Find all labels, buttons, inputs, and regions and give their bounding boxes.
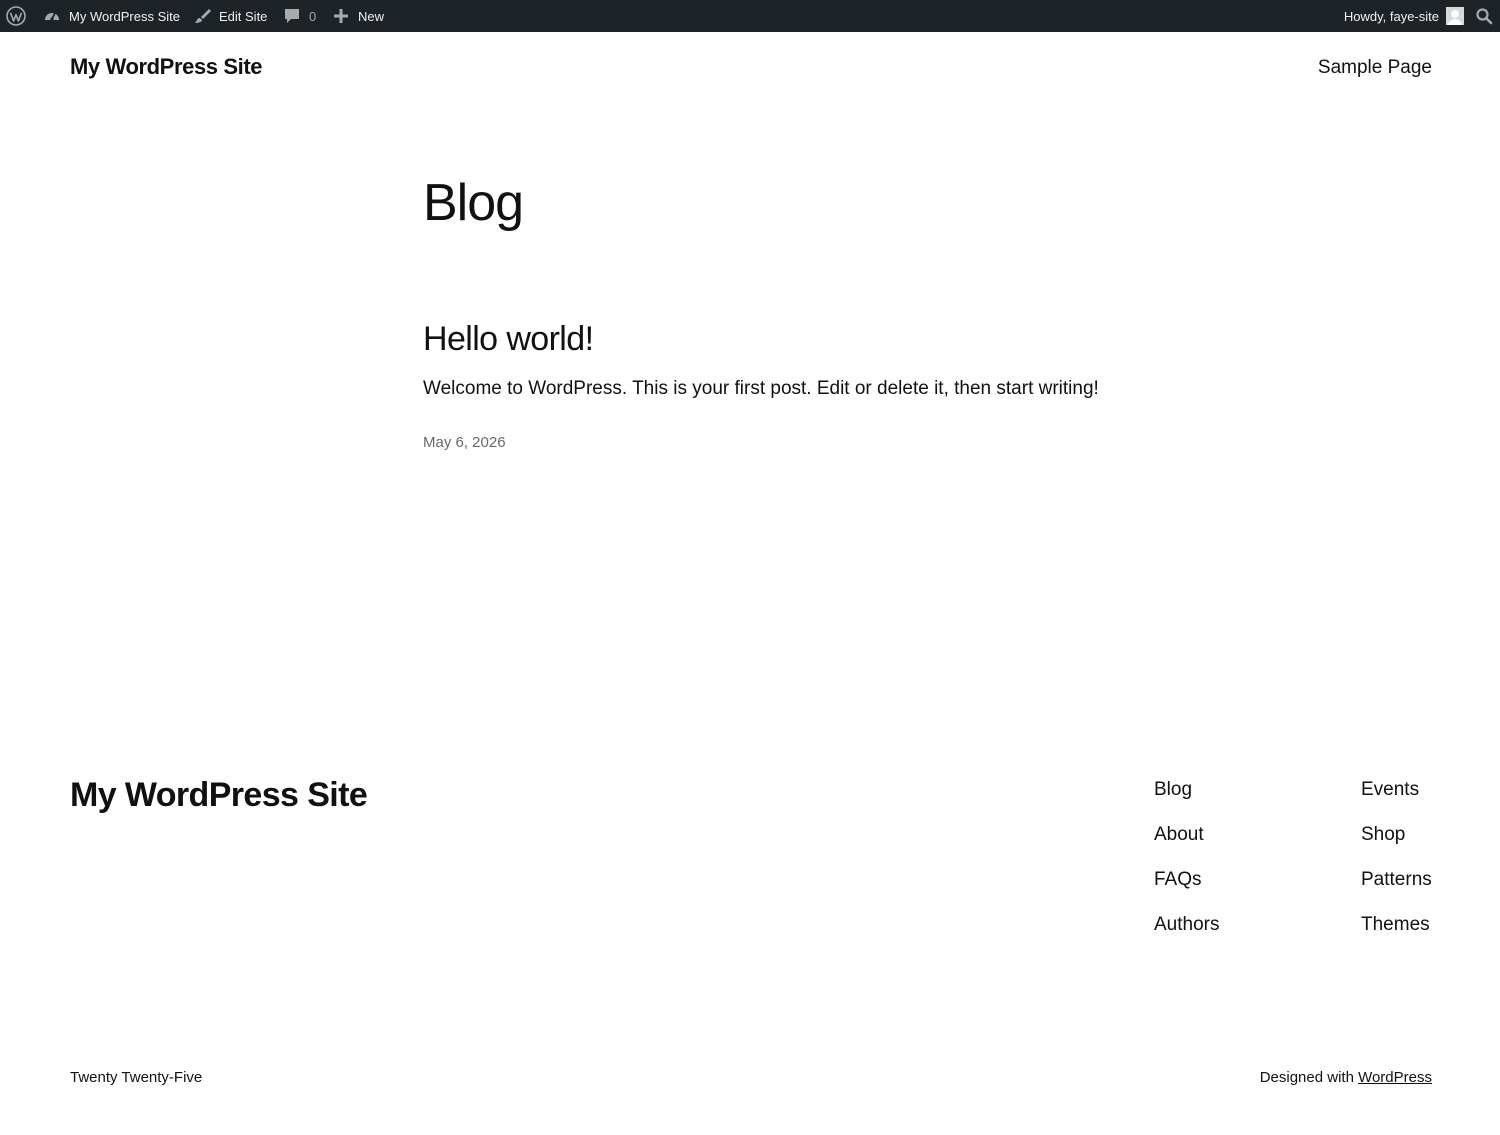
wordpress-logo-icon[interactable] xyxy=(6,6,26,26)
post-date[interactable]: May 6, 2026 xyxy=(423,434,506,451)
footer-link-shop[interactable]: Shop xyxy=(1361,823,1432,846)
footer-link-themes[interactable]: Themes xyxy=(1361,913,1432,936)
my-account-menu[interactable]: Howdy, faye-site xyxy=(1344,0,1464,32)
comments-link[interactable]: 0 xyxy=(282,0,316,32)
footer-link-events[interactable]: Events xyxy=(1361,778,1432,801)
footer-link-about[interactable]: About xyxy=(1154,823,1219,846)
edit-site-label: Edit Site xyxy=(219,8,268,24)
nav-item-sample-page[interactable]: Sample Page xyxy=(1318,57,1432,79)
footer-link-authors[interactable]: Authors xyxy=(1154,913,1219,936)
designed-with-text: Designed with xyxy=(1259,1069,1354,1086)
comment-bubble-icon xyxy=(282,6,302,26)
designed-with-credit: Designed with WordPress xyxy=(1260,1069,1432,1086)
post-title-link[interactable]: Hello world! xyxy=(423,320,594,359)
wordpress-menu[interactable] xyxy=(6,0,26,32)
footer-nav-column-2: Events Shop Patterns Themes xyxy=(1361,778,1432,936)
site-title[interactable]: My WordPress Site xyxy=(70,54,262,80)
theme-credit: Twenty Twenty-Five xyxy=(70,1069,203,1086)
admin-bar-site-name: My WordPress Site xyxy=(69,8,181,24)
comments-count: 0 xyxy=(309,8,317,24)
new-content-menu[interactable]: New xyxy=(331,0,384,32)
footer-link-patterns[interactable]: Patterns xyxy=(1361,868,1432,891)
new-label: New xyxy=(358,8,385,24)
edit-site-link[interactable]: Edit Site xyxy=(192,0,267,32)
admin-bar: My WordPress Site Edit Site 0 New Howdy,… xyxy=(0,0,1500,32)
dashboard-icon xyxy=(42,6,62,26)
plus-icon xyxy=(331,6,351,26)
admin-bar-site-link[interactable]: My WordPress Site xyxy=(42,0,180,32)
wordpress-link[interactable]: WordPress xyxy=(1358,1069,1432,1086)
footer-link-blog[interactable]: Blog xyxy=(1154,778,1219,801)
howdy-text: Howdy, faye-site xyxy=(1343,8,1439,24)
avatar xyxy=(1446,7,1464,25)
page-title: Blog xyxy=(423,174,524,232)
post-excerpt: Welcome to WordPress. This is your first… xyxy=(423,378,1099,399)
footer-link-faqs[interactable]: FAQs xyxy=(1154,868,1219,891)
footer-site-title[interactable]: My WordPress Site xyxy=(70,776,368,815)
brush-icon xyxy=(192,6,212,26)
search-icon[interactable] xyxy=(1474,6,1494,26)
footer-nav-column-1: Blog About FAQs Authors xyxy=(1154,778,1219,936)
admin-bar-search[interactable] xyxy=(1474,0,1494,32)
